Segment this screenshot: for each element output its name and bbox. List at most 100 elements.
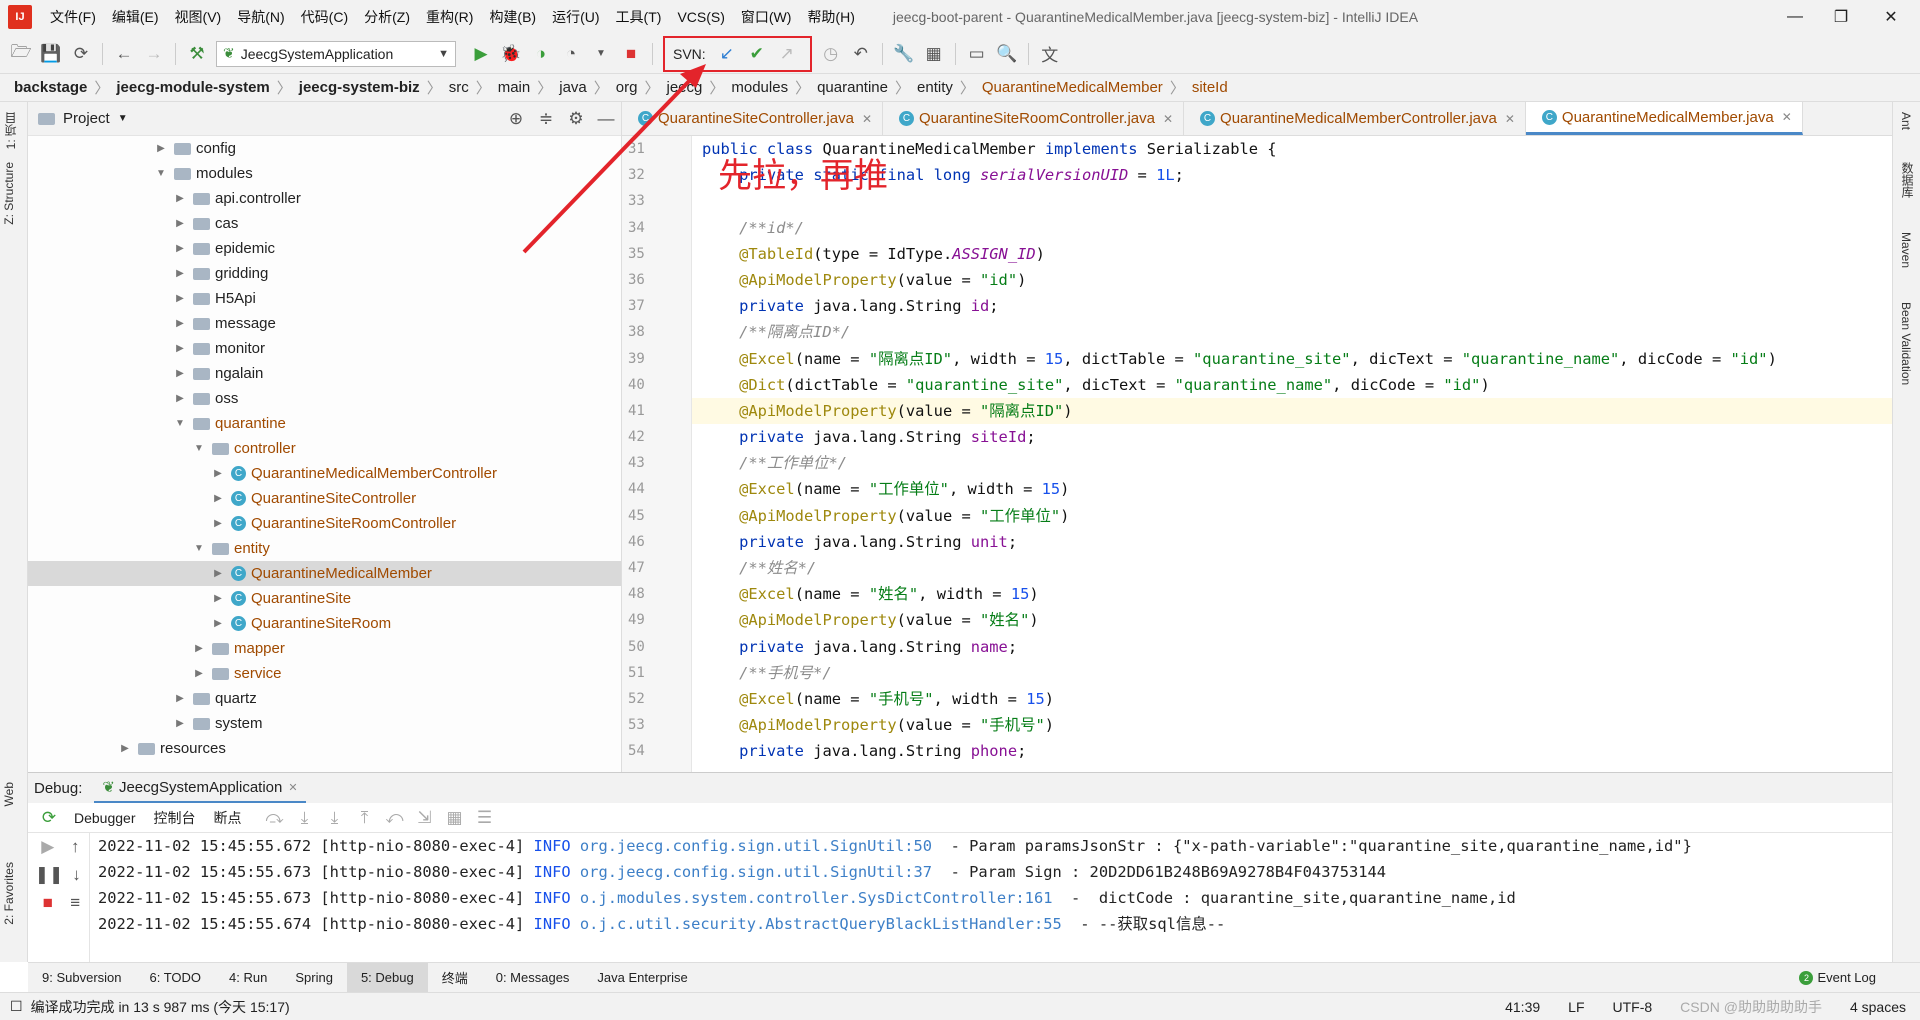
breadcrumb-item[interactable]: jeecg-module-system — [116, 79, 269, 96]
editor-tab[interactable]: C QuarantineSiteController.java ✕ — [622, 102, 884, 135]
menu-item[interactable]: 视图(V) — [167, 0, 230, 34]
code-line[interactable]: private java.lang.String unit; — [692, 529, 1892, 555]
line-number[interactable]: 51 — [622, 660, 691, 686]
chevron-down-icon[interactable]: ▼ — [154, 168, 168, 179]
favorites-tool-tab[interactable]: 2: Favorites — [2, 862, 16, 925]
chevron-right-icon[interactable]: ▶ — [173, 243, 187, 254]
tree-item[interactable]: ▶ oss — [28, 386, 621, 411]
code-line[interactable]: @Excel(name = "隔离点ID", width = 15, dictT… — [692, 346, 1892, 372]
code-line[interactable]: @ApiModelProperty(value = "工作单位") — [692, 503, 1892, 529]
resume-icon[interactable]: ▶ — [35, 833, 61, 861]
tree-item[interactable]: ▶ ngalain — [28, 361, 621, 386]
up-icon[interactable]: ↑ — [63, 833, 89, 861]
gear-icon[interactable]: ⚙ — [562, 105, 590, 133]
layout-icon[interactable]: ☰ — [471, 804, 499, 832]
tree-item[interactable]: ▶ resources — [28, 736, 621, 761]
tree-item[interactable]: ▶ config — [28, 136, 621, 161]
breadcrumb-item[interactable]: org — [616, 79, 638, 96]
bottom-tool-tab[interactable]: 0: Messages — [482, 963, 584, 993]
bottom-tool-tab[interactable]: 4: Run — [215, 963, 281, 993]
breadcrumb-item[interactable]: QuarantineMedicalMember — [982, 79, 1163, 96]
bottom-tool-tab[interactable]: 5: Debug — [346, 962, 428, 993]
bottom-tool-tab[interactable]: 9: Subversion — [28, 963, 136, 993]
line-number[interactable]: 46 — [622, 529, 691, 555]
chevron-right-icon[interactable]: ▶ — [211, 618, 225, 629]
tree-item[interactable]: ▶ service — [28, 661, 621, 686]
line-number[interactable]: 37 — [622, 293, 691, 319]
line-number[interactable]: 34 — [622, 215, 691, 241]
bottom-tool-tab[interactable]: 终端 — [428, 963, 482, 993]
menu-item[interactable]: 窗口(W) — [733, 0, 800, 34]
chevron-right-icon[interactable]: ▶ — [173, 193, 187, 204]
database-tool-tab[interactable]: 数据库 — [1899, 162, 1916, 198]
line-number[interactable]: 50 — [622, 634, 691, 660]
breadcrumb-item[interactable]: jeecg — [667, 79, 703, 96]
caret-position[interactable]: 41:39 — [1505, 999, 1540, 1015]
soft-wrap-icon[interactable]: ≡ — [63, 889, 89, 917]
collapse-all-icon[interactable]: ≑ — [532, 105, 560, 133]
rerun-icon[interactable]: ⟳ — [35, 804, 63, 832]
run-icon[interactable]: ▶ — [467, 40, 495, 68]
breadcrumb-item[interactable]: quarantine — [817, 79, 888, 96]
menu-item[interactable]: VCS(S) — [669, 0, 732, 34]
bottom-tool-tab[interactable]: Java Enterprise — [583, 963, 701, 993]
code-area[interactable]: 31 32 33 34 35 36 37 38 39 40 41 42 43 44 45 46 47 48 49 50… — [622, 136, 1892, 772]
breadcrumb-item[interactable]: backstage — [14, 79, 87, 96]
code-line[interactable]: @ApiModelProperty(value = "手机号") — [692, 712, 1892, 738]
code-line[interactable]: /**手机号*/ — [692, 660, 1892, 686]
bean-validation-tool-tab[interactable]: Bean Validation — [1899, 302, 1913, 385]
editor-tab[interactable]: C QuarantineMedicalMemberController.java ✕ — [1184, 102, 1526, 135]
coverage-icon[interactable]: ◑ — [527, 40, 555, 68]
line-number[interactable]: 53 — [622, 712, 691, 738]
code-line[interactable]: /**隔离点ID*/ — [692, 319, 1892, 345]
project-structure-icon[interactable]: ▦ — [920, 40, 948, 68]
tree-item[interactable]: ▶ C QuarantineSiteRoomController — [28, 511, 621, 536]
chevron-right-icon[interactable]: ▶ — [154, 143, 168, 154]
tree-item[interactable]: ▶ epidemic — [28, 236, 621, 261]
code-line[interactable]: @TableId(type = IdType.ASSIGN_ID) — [692, 241, 1892, 267]
line-number[interactable]: 43 — [622, 450, 691, 476]
tree-item[interactable]: ▶ C QuarantineSite — [28, 586, 621, 611]
breadcrumb-item[interactable]: src — [449, 79, 469, 96]
history-icon[interactable]: ◷ — [817, 40, 845, 68]
event-log-tab[interactable]: 2 Event Log — [1785, 963, 1890, 993]
line-number[interactable]: 54 — [622, 738, 691, 764]
step-out-icon[interactable]: ⤒ — [351, 804, 379, 832]
drop-frame-icon[interactable]: ⤺ — [381, 804, 409, 832]
debug-tool-tab[interactable]: 控制台 — [154, 808, 196, 828]
settings-wrench-icon[interactable]: 🔧 — [890, 40, 918, 68]
close-icon[interactable]: ✕ — [1868, 0, 1914, 34]
evaluate-icon[interactable]: ▦ — [441, 804, 469, 832]
code-line[interactable]: @Excel(name = "姓名", width = 15) — [692, 581, 1892, 607]
chevron-right-icon[interactable]: ▶ — [192, 643, 206, 654]
line-number[interactable]: 42 — [622, 424, 691, 450]
svn-push-icon[interactable]: ↗ — [773, 40, 801, 68]
line-number[interactable]: 35 — [622, 241, 691, 267]
back-icon[interactable]: ← — [110, 40, 138, 68]
bottom-tool-tab[interactable]: 6: TODO — [136, 963, 216, 993]
log-src[interactable]: org.jeecg.config.sign.util.SignUtil:50 — [580, 837, 932, 855]
editor-tab[interactable]: C QuarantineSiteRoomController.java ✕ — [883, 102, 1185, 135]
code-line[interactable]: private java.lang.String name; — [692, 634, 1892, 660]
line-number[interactable]: 49 — [622, 607, 691, 633]
down-icon[interactable]: ↓ — [65, 861, 88, 889]
tree-item[interactable]: ▶ C QuarantineSiteRoom — [28, 611, 621, 636]
debug-session-tab[interactable]: ❦ JeecgSystemApplication ✕ — [94, 773, 306, 803]
pause-icon[interactable]: ❚❚ — [35, 861, 64, 889]
tree-item[interactable]: ▶ C QuarantineSiteController — [28, 486, 621, 511]
chevron-right-icon[interactable]: ▶ — [211, 493, 225, 504]
line-number[interactable]: 45 — [622, 503, 691, 529]
tree-item[interactable]: ▶ monitor — [28, 336, 621, 361]
line-number[interactable]: 38 — [622, 319, 691, 345]
web-tool-tab[interactable]: Web — [2, 782, 16, 806]
breadcrumb-item[interactable]: entity — [917, 79, 953, 96]
code-line[interactable]: @Excel(name = "手机号", width = 15) — [692, 686, 1892, 712]
debug-icon[interactable]: 🐞 — [497, 40, 525, 68]
translate-icon[interactable]: 文 — [1036, 40, 1064, 68]
force-step-into-icon[interactable]: ⤓ — [321, 804, 349, 832]
log-src[interactable]: o.j.modules.system.controller.SysDictCon… — [580, 889, 1053, 907]
bottom-tool-tab[interactable]: Spring — [281, 963, 347, 993]
breadcrumb-item[interactable]: jeecg-system-biz — [299, 79, 420, 96]
minimize-icon[interactable]: — — [1772, 0, 1818, 34]
terminal-window-icon[interactable]: ▭ — [963, 40, 991, 68]
